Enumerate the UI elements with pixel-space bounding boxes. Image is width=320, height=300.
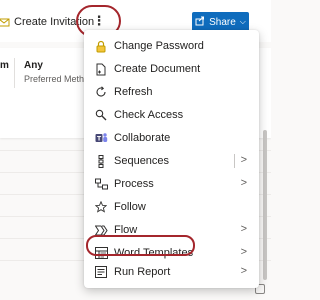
chevron-right-icon: >	[240, 246, 247, 258]
chevron-right-icon[interactable]: >	[241, 154, 247, 166]
scrollbar-thumb[interactable]	[263, 130, 267, 280]
menu-item-label: Sequences	[114, 155, 170, 167]
menu-item-create-document[interactable]: Create Document	[84, 58, 259, 80]
menu-item-check-access[interactable]: Check Access	[84, 104, 259, 126]
search-key-icon	[94, 108, 108, 122]
chevron-right-icon: >	[240, 265, 247, 277]
menu-item-change-password[interactable]: Change Password	[84, 35, 259, 57]
menu-item-label: Create Document	[114, 63, 201, 75]
chevron-down-icon: ⌵	[239, 17, 246, 26]
menu-item-label: Check Access	[114, 109, 184, 121]
envelope-icon	[0, 16, 10, 28]
share-icon	[195, 16, 205, 29]
flow-icon	[94, 223, 108, 237]
chevron-right-icon: >	[240, 177, 247, 189]
preferred-method-value: Any	[24, 60, 43, 71]
menu-item-label: Refresh	[114, 86, 153, 98]
create-invitation-label: Create Invitation	[14, 16, 95, 28]
menu-item-label: Process	[114, 178, 154, 190]
menu-item-label: Follow	[114, 201, 146, 213]
menu-item-flow[interactable]: Flow >	[84, 219, 259, 241]
menu-item-label: Change Password	[114, 40, 204, 52]
refresh-icon	[94, 85, 108, 99]
menu-item-label: Word Templates	[114, 247, 194, 259]
teams-icon: T	[94, 131, 108, 145]
menu-item-label: Collaborate	[114, 132, 171, 144]
split-divider	[234, 154, 235, 168]
more-vertical-icon: ⋮	[92, 13, 106, 28]
star-icon	[94, 200, 108, 214]
menu-item-collaborate[interactable]: T Collaborate	[84, 127, 259, 149]
share-label: Share	[209, 16, 236, 28]
field-label-truncated: m	[0, 60, 9, 71]
menu-item-label: Flow	[114, 224, 138, 236]
field-separator	[14, 58, 15, 88]
menu-item-follow[interactable]: Follow	[84, 196, 259, 218]
more-commands-menu: Change Password Create Document Refresh	[84, 30, 259, 288]
menu-item-refresh[interactable]: Refresh	[84, 81, 259, 103]
menu-item-label: Run Report	[114, 266, 171, 278]
create-invitation-button[interactable]: Create Invitation	[0, 13, 94, 31]
menu-item-run-report[interactable]: Run Report >	[84, 261, 259, 283]
menu-item-sequences[interactable]: Sequences >	[84, 150, 259, 172]
sequences-icon	[94, 154, 108, 168]
report-icon	[94, 265, 108, 279]
document-add-icon	[94, 62, 108, 76]
share-button[interactable]: Share ⌵	[192, 12, 249, 32]
app-window: Create Invitation ⋮ Share ⌵ m Any Prefer…	[0, 0, 271, 300]
word-templates-icon	[94, 246, 108, 260]
process-icon	[94, 177, 108, 191]
chevron-right-icon: >	[240, 223, 247, 235]
lock-icon	[94, 39, 108, 53]
menu-item-process[interactable]: Process >	[84, 173, 259, 195]
